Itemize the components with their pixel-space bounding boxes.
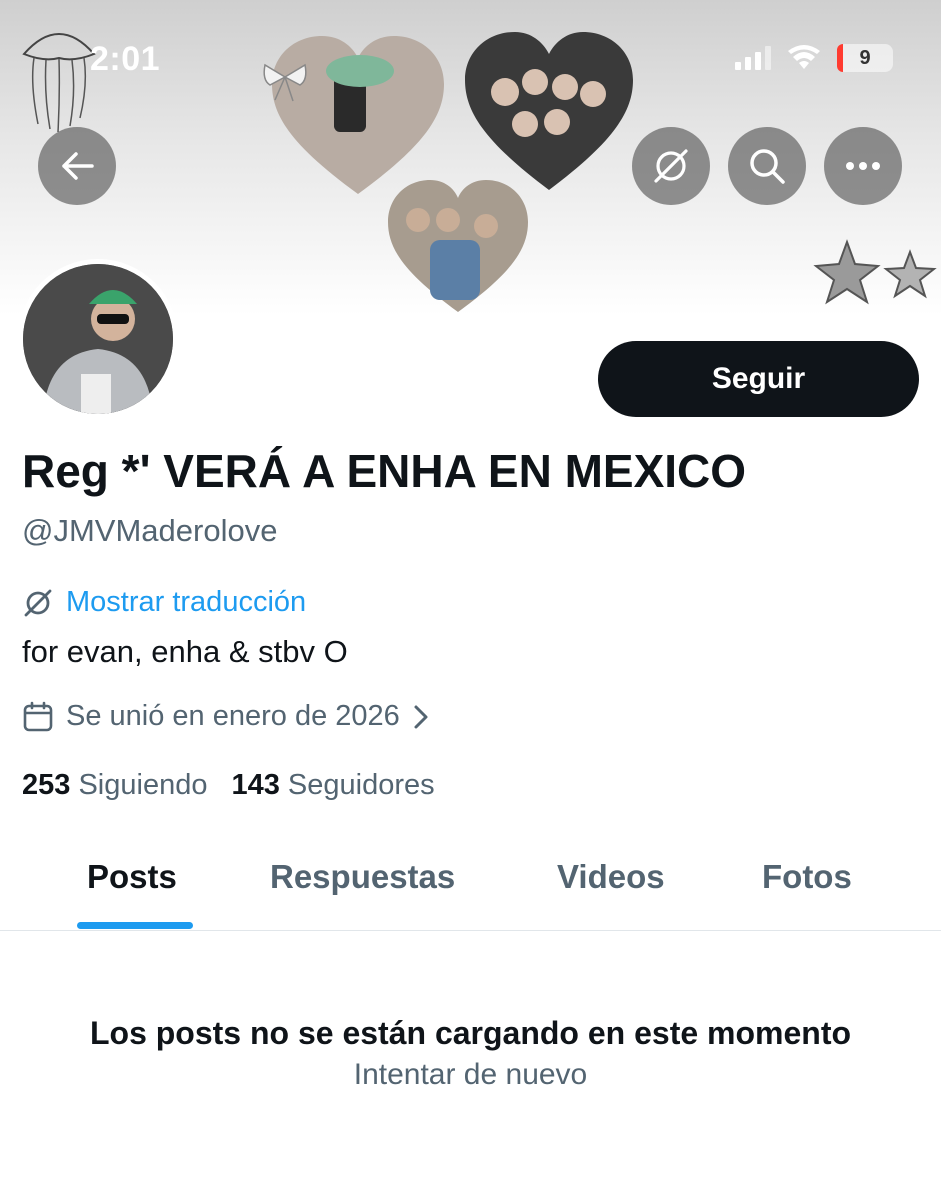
back-button[interactable] (38, 127, 116, 205)
search-button[interactable] (728, 127, 806, 205)
chevron-right-icon (414, 705, 428, 728)
translate-icon (654, 149, 688, 183)
following-count: 253 (22, 769, 71, 801)
following-stat[interactable]: 253 Siguiendo (22, 769, 207, 802)
signal-icon (735, 46, 771, 70)
active-tab-indicator (77, 922, 193, 929)
profile-avatar[interactable] (18, 259, 178, 419)
avatar-person-image (23, 264, 173, 414)
back-arrow-icon (62, 152, 94, 180)
battery-icon: 9 (837, 44, 893, 72)
heart-photo-2 (465, 32, 633, 190)
display-name: Reg *' VERÁ A ENHA EN MEXICO (22, 445, 747, 497)
status-icons: 9 (735, 44, 893, 72)
calendar-icon (23, 701, 53, 731)
status-time: 2:01 (90, 40, 161, 78)
followers-label: Seguidores (287, 769, 435, 801)
user-handle: @JMVMaderolove (22, 513, 278, 548)
bow-sticker (263, 63, 307, 102)
battery-level: 9 (859, 46, 871, 69)
more-button[interactable] (824, 127, 902, 205)
tab-fotos[interactable]: Fotos (762, 858, 852, 896)
show-translation[interactable]: Mostrar traducción (22, 586, 306, 619)
followers-count: 143 (231, 769, 280, 801)
tab-respuestas[interactable]: Respuestas (270, 858, 455, 896)
wifi-icon (788, 45, 820, 69)
follow-button[interactable]: Seguir (598, 341, 919, 417)
profile-tabs: Posts Respuestas Videos Fotos (0, 840, 941, 931)
tab-posts[interactable]: Posts (87, 858, 177, 896)
avatar-image (23, 264, 173, 414)
following-label: Siguiendo (78, 769, 208, 801)
follow-stats: 253 Siguiendo 143 Seguidores (22, 769, 435, 802)
followers-stat[interactable]: 143 Seguidores (231, 769, 434, 802)
heart-photo-3 (388, 180, 528, 312)
retry-button[interactable]: Intentar de nuevo (0, 1058, 941, 1092)
joined-date[interactable]: Se unió en enero de 2026 (22, 700, 430, 733)
profile-bio: for evan, enha & stbv O (22, 634, 348, 669)
tab-videos[interactable]: Videos (557, 858, 665, 896)
feed-error-message: Los posts no se están cargando en este m… (89, 1015, 852, 1051)
translate-button[interactable] (632, 127, 710, 205)
profile-banner[interactable]: 2:01 9 (0, 0, 941, 316)
translate-icon (24, 589, 52, 616)
joined-label: Se unió en enero de 2026 (66, 700, 400, 732)
show-translation-link[interactable]: Mostrar traducción (66, 586, 306, 619)
star-sticker (813, 239, 937, 305)
search-icon (750, 149, 785, 184)
more-icon (846, 162, 880, 170)
